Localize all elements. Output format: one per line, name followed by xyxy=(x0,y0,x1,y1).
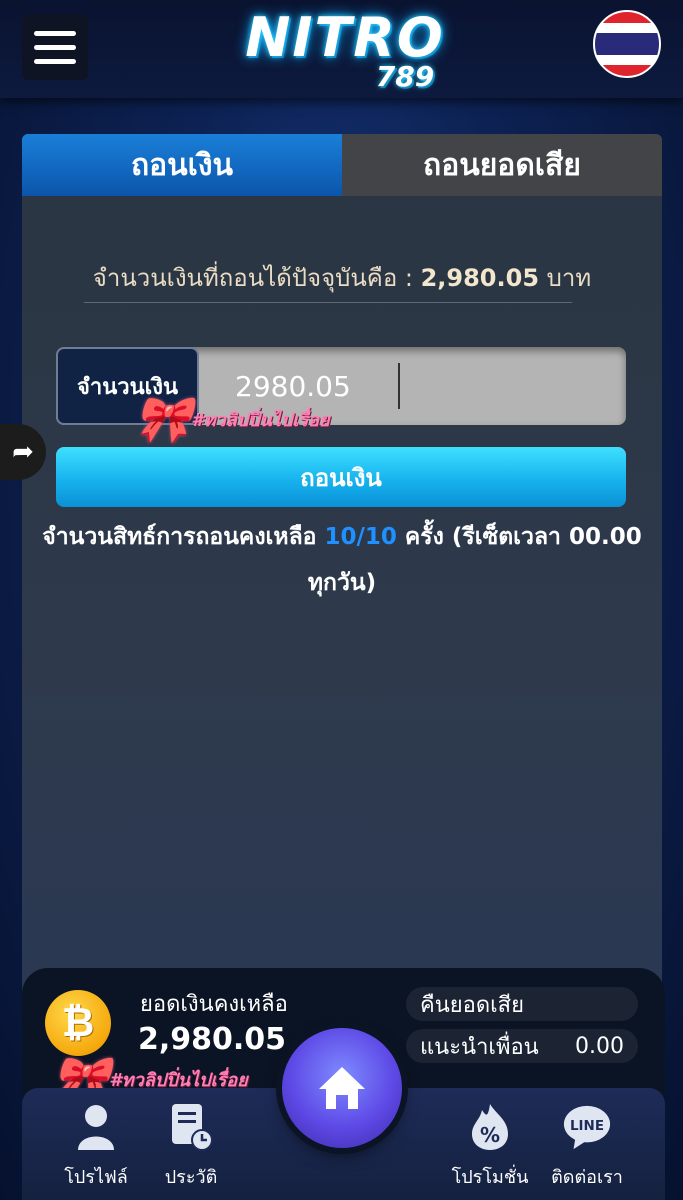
top-header: NITRO 789 xyxy=(0,0,683,98)
fire-percent-icon: % xyxy=(465,1102,515,1152)
bitcoin-coin-icon: ₿ xyxy=(45,990,111,1056)
hamburger-menu-button[interactable] xyxy=(22,14,88,80)
cashback-label: คืนยอดเสีย xyxy=(420,992,524,1018)
nav-promotion-label: โปรโมชั่น xyxy=(451,1167,529,1188)
referral-label: แนะนำเพื่อน xyxy=(420,1034,539,1060)
nav-profile-label: โปรไฟล์ xyxy=(64,1167,128,1188)
limit-count: 10/10 xyxy=(324,524,397,550)
referral-value: 0.00 xyxy=(575,1033,624,1059)
tab-withdraw-cashback[interactable]: ถอนยอดเสีย xyxy=(342,134,662,196)
sticker-text: #ทวลิปปิ่นไปเรื่อย xyxy=(191,409,330,431)
withdraw-limit-text: จำนวนสิทธ์การถอนคงเหลือ 10/10 ครั้ง (รีเ… xyxy=(42,514,642,606)
menu-line-icon xyxy=(34,44,76,50)
limit-prefix: จำนวนสิทธ์การถอนคงเหลือ xyxy=(42,524,325,550)
nav-history[interactable]: ประวัติ xyxy=(143,1102,239,1191)
withdraw-submit-button[interactable]: ถอนเงิน xyxy=(56,447,626,507)
nav-contact[interactable]: LINE ติดต่อเรา xyxy=(539,1102,635,1191)
bottom-wallet-panel: ₿ ยอดเงินคงเหลือ 2,980.05 คืนยอดเสีย แนะ… xyxy=(22,968,665,1200)
nav-history-label: ประวัติ xyxy=(164,1167,218,1188)
menu-line-icon xyxy=(34,30,76,36)
available-prefix: จำนวนเงินที่ถอนได้ปัจจุบันคือ : xyxy=(92,264,421,292)
home-button[interactable] xyxy=(282,1028,402,1148)
home-icon xyxy=(319,1067,365,1109)
nav-profile[interactable]: โปรไฟล์ xyxy=(48,1102,144,1191)
user-icon xyxy=(71,1102,121,1152)
nav-promotion[interactable]: % โปรโมชั่น xyxy=(442,1102,538,1191)
available-amount-text: จำนวนเงินที่ถอนได้ปัจจุบันคือ : 2,980.05… xyxy=(22,258,662,297)
menu-line-icon xyxy=(34,58,76,64)
withdraw-tabs: ถอนเงิน ถอนยอดเสีย xyxy=(22,134,662,196)
cashback-pill[interactable]: คืนยอดเสีย xyxy=(406,987,638,1021)
brand-logo[interactable]: NITRO 789 xyxy=(215,6,475,94)
logo-main-text: NITRO xyxy=(245,6,445,69)
nav-contact-label: ติดต่อเรา xyxy=(551,1167,623,1188)
history-document-icon xyxy=(166,1102,216,1152)
available-unit: บาท xyxy=(539,264,592,292)
pink-bow-icon: 🎀 xyxy=(134,392,192,446)
balance-value: 2,980.05 xyxy=(138,1022,287,1057)
line-badge-text: LINE xyxy=(570,1119,604,1134)
divider xyxy=(84,302,572,303)
thai-flag-language-icon[interactable] xyxy=(593,10,661,78)
svg-text:%: % xyxy=(480,1123,500,1147)
withdraw-card: ถอนเงิน ถอนยอดเสีย จำนวนเงินที่ถอนได้ปัจ… xyxy=(22,134,662,1014)
logo-sub-text: 789 xyxy=(375,60,435,93)
ribbon-sticker: 🎀 #ทวลิปปิ่นไปเรื่อย xyxy=(134,396,330,442)
available-amount: 2,980.05 xyxy=(420,264,540,292)
referral-pill[interactable]: แนะนำเพื่อน 0.00 xyxy=(406,1029,638,1063)
tab-withdraw[interactable]: ถอนเงิน xyxy=(22,134,342,196)
text-caret xyxy=(398,363,400,409)
balance-label: ยอดเงินคงเหลือ xyxy=(140,992,288,1017)
line-chat-icon: LINE xyxy=(562,1102,612,1152)
